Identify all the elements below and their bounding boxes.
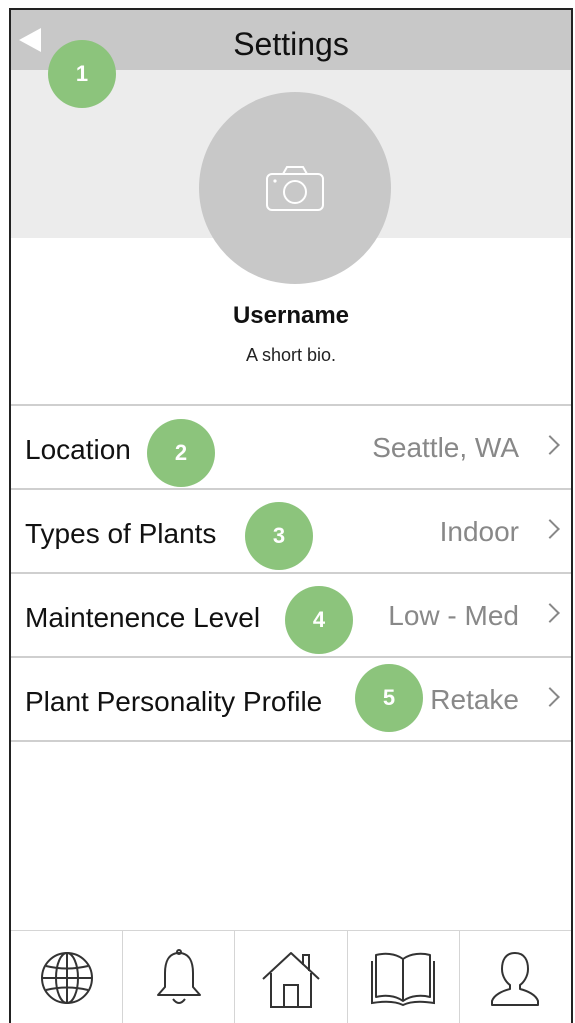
profile-username: Username [232, 302, 350, 329]
annotation-marker-3: 3 [245, 502, 313, 570]
annotation-marker-1: 1 [48, 40, 116, 108]
tab-library[interactable] [348, 931, 460, 1023]
profile-bio: A short bio. [245, 345, 337, 365]
setting-value: Low - Med [388, 600, 519, 631]
setting-label: Maintenence Level [25, 602, 261, 633]
tab-notifications[interactable] [123, 931, 236, 1023]
camera-icon [266, 166, 324, 211]
setting-value: Seattle, WA [372, 432, 519, 463]
settings-row-personality-profile[interactable]: Plant Personality Profile Retake [11, 658, 571, 742]
setting-label: Types of Plants [25, 518, 217, 549]
setting-value: Indoor [439, 516, 519, 547]
chevron-right-icon [540, 435, 560, 455]
annotation-marker-4: 4 [285, 586, 353, 654]
annotation-marker-5: 5 [355, 664, 423, 732]
globe-icon [40, 952, 93, 1004]
settings-row-location[interactable]: Location Seattle, WA [11, 406, 571, 490]
tab-profile[interactable] [460, 931, 571, 1023]
book-icon [371, 952, 436, 1007]
home-icon [262, 952, 320, 1008]
chevron-right-icon [540, 519, 560, 539]
tab-explore[interactable] [11, 931, 124, 1023]
setting-label: Location [25, 434, 131, 465]
tab-home[interactable] [235, 931, 348, 1023]
chevron-right-icon [540, 687, 560, 707]
chevron-right-icon [540, 603, 560, 623]
user-icon [491, 952, 540, 1006]
back-arrow-icon[interactable] [19, 28, 41, 52]
annotation-marker-2: 2 [147, 419, 215, 487]
avatar[interactable] [199, 92, 391, 284]
settings-list: Location Seattle, WA Types of Plants Ind… [11, 404, 571, 742]
bottom-tab-bar [11, 930, 571, 1023]
bell-icon [156, 949, 201, 1004]
setting-label: Plant Personality Profile [25, 686, 323, 717]
setting-value: Retake [430, 684, 519, 715]
